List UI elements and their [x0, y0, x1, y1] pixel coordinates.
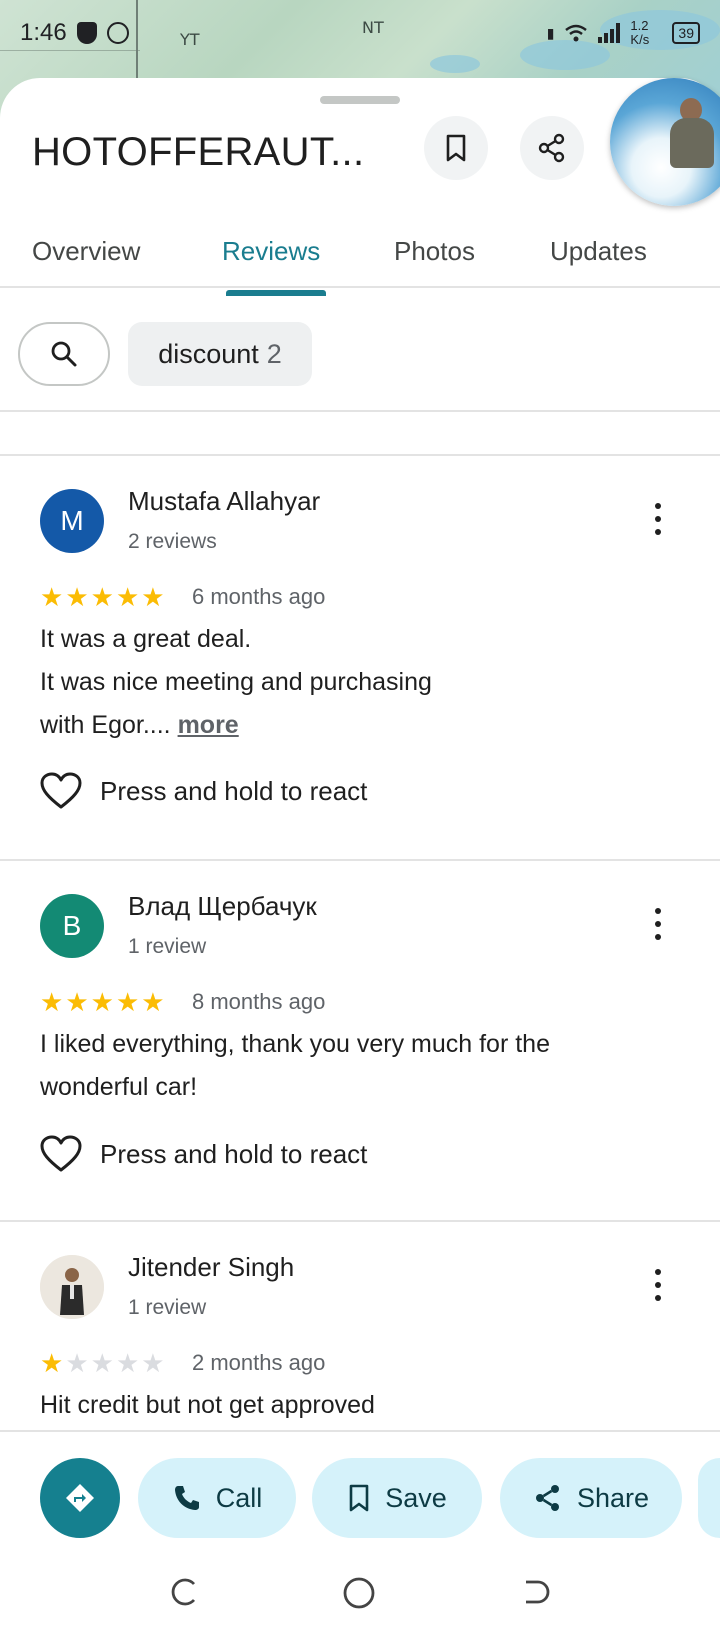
react-label: Press and hold to react: [100, 775, 368, 806]
action-bar: Call Save Share: [0, 1430, 720, 1538]
review-text: I liked everything, thank you very much …: [40, 1023, 640, 1109]
signal-icon: [598, 23, 621, 43]
review-text-line: wonderful car!: [40, 1073, 198, 1101]
search-icon: [51, 341, 77, 367]
call-button[interactable]: Call: [138, 1458, 296, 1538]
reviewer-review-count: 2 reviews: [128, 530, 217, 553]
status-time: 1:46: [20, 19, 67, 46]
review-text-line: with Egor....: [40, 711, 171, 739]
directions-button[interactable]: [40, 1458, 120, 1538]
bookmark-button[interactable]: [424, 116, 488, 180]
share-icon: [538, 133, 565, 163]
save-button[interactable]: Save: [312, 1458, 482, 1538]
recents-icon[interactable]: [168, 1576, 200, 1608]
vibrate-icon: ▮: [546, 24, 555, 41]
review-text-line: Hit credit but not get approved: [40, 1391, 375, 1419]
tab-updates[interactable]: Updates: [550, 216, 647, 286]
back-icon[interactable]: [520, 1576, 552, 1608]
place-title: HOTOFFERAUT...: [32, 130, 365, 174]
battery-level: 39: [678, 25, 694, 41]
save-label: Save: [385, 1482, 447, 1513]
share-label: Share: [576, 1482, 650, 1513]
active-tab-indicator: [226, 290, 326, 296]
bookmark-icon: [446, 134, 466, 162]
divider: [0, 410, 720, 412]
review-more-options-button[interactable]: [648, 499, 668, 539]
phone-icon: [174, 1486, 199, 1510]
react-button[interactable]: Press and hold to react: [40, 1135, 367, 1173]
review-more-options-button[interactable]: [648, 904, 668, 944]
more-actions-button[interactable]: [698, 1458, 720, 1538]
status-bar: 1:46 ▮ 1.2 K/s 39: [0, 0, 720, 66]
tab-overview[interactable]: Overview: [32, 216, 140, 286]
reviewer-review-count: 1 review: [128, 1296, 207, 1319]
review-text-line: It was nice meeting and purchasing: [40, 668, 432, 696]
wifi-icon: [565, 24, 588, 42]
review-date: 8 months ago: [192, 989, 326, 1014]
reviewer-photo: [40, 1255, 104, 1319]
avatar[interactable]: [40, 1255, 104, 1319]
network-speed: 1.2 K/s: [630, 18, 650, 47]
heart-icon: [40, 1135, 82, 1172]
heart-icon: [40, 772, 82, 809]
system-nav-bar: [0, 1560, 720, 1630]
star-rating: ★ ★ ★ ★ ★: [40, 987, 165, 1017]
review-date: 6 months ago: [192, 584, 326, 609]
review-card: B Влад Щербачук 1 review ★ ★ ★ ★ ★ 8 months …: [0, 861, 720, 1219]
tab-bar: Overview Reviews Photos Updates: [0, 216, 720, 288]
star-rating: ★ ★ ★ ★ ★: [40, 1348, 165, 1378]
review-date: 2 months ago: [192, 1350, 326, 1375]
share-place-button[interactable]: [520, 116, 584, 180]
tab-photos[interactable]: Photos: [394, 216, 475, 286]
reviewer-name[interactable]: Jitender Singh: [128, 1252, 294, 1283]
share-icon: [535, 1485, 559, 1511]
review-text: Hit credit but not get approved: [40, 1384, 640, 1427]
home-icon[interactable]: [342, 1576, 376, 1610]
chip-count: 2: [266, 338, 282, 369]
search-reviews-button[interactable]: [18, 322, 110, 386]
review-card: Jitender Singh 1 review ★ ★ ★ ★ ★ 2 months a…: [0, 1222, 720, 1430]
react-button[interactable]: Press and hold to react: [40, 772, 367, 810]
more-link[interactable]: more: [178, 711, 239, 739]
call-label: Call: [215, 1482, 263, 1513]
tab-reviews[interactable]: Reviews: [222, 216, 320, 286]
review-text-line: I liked everything, thank you very much …: [40, 1030, 550, 1058]
reviewer-review-count: 1 review: [128, 935, 207, 958]
review-card: M Mustafa Allahyar 2 reviews ★ ★ ★ ★ ★ 6 mon…: [0, 454, 720, 859]
review-text-line: It was a great deal.: [40, 625, 252, 653]
messenger-icon: [106, 22, 129, 44]
review-more-options-button[interactable]: [648, 1265, 668, 1305]
reviewer-name[interactable]: Влад Щербачук: [128, 891, 317, 922]
directions-icon: [66, 1484, 94, 1512]
user-profile-photo[interactable]: [610, 78, 720, 206]
star-rating: ★ ★ ★ ★ ★: [40, 582, 165, 612]
battery-icon: 39: [672, 22, 700, 44]
chip-label: discount: [158, 338, 259, 369]
avatar[interactable]: M: [40, 489, 104, 553]
reviewer-name[interactable]: Mustafa Allahyar: [128, 486, 320, 517]
avatar[interactable]: B: [40, 894, 104, 958]
drag-handle[interactable]: [320, 96, 400, 104]
bookmark-icon: [349, 1484, 369, 1512]
share-button[interactable]: Share: [500, 1458, 682, 1538]
discount-filter-chip[interactable]: discount 2: [128, 322, 312, 386]
shield-icon: [76, 22, 97, 44]
review-text: It was a great deal. It was nice meeting…: [40, 618, 640, 747]
react-label: Press and hold to react: [100, 1138, 368, 1169]
